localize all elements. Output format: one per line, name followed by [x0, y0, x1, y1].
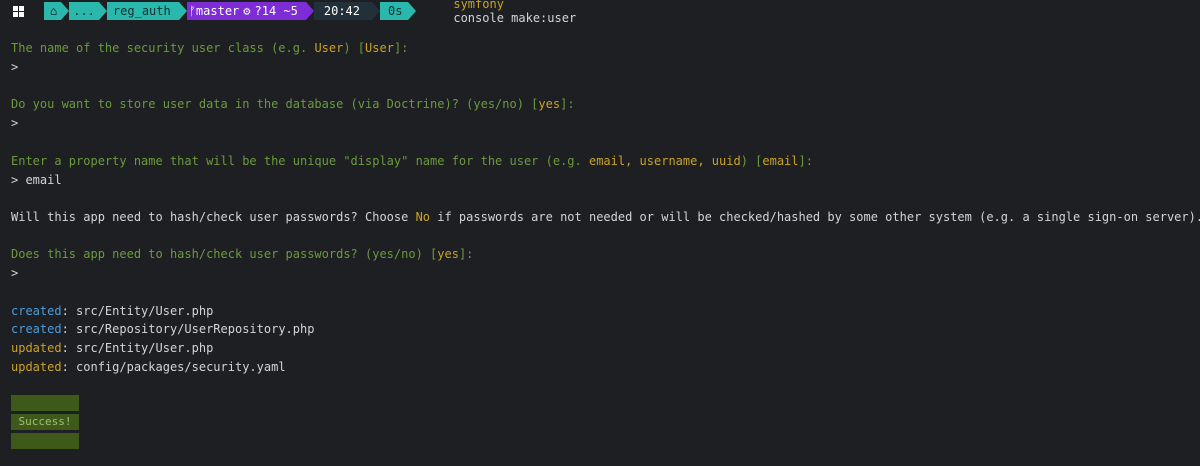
prompt-separator — [178, 2, 187, 20]
home-icon: ⌂ — [50, 4, 58, 18]
prompt-separator — [36, 2, 44, 20]
branch-icon: ᚠ — [188, 4, 196, 18]
question-hash-passwords: Does this app need to hash/check user pa… — [11, 247, 474, 261]
clock-time: 20:42 — [323, 4, 360, 18]
answer-hash-passwords: > — [11, 266, 19, 280]
file-line: created: src/Repository/UserRepository.p… — [11, 322, 315, 336]
file-line: created: src/Entity/User.php — [11, 304, 214, 318]
question-user-class: The name of the security user class (e.g… — [11, 41, 409, 55]
git-segment: ᚠ master ⚙ ?14 ~5 — [186, 2, 306, 20]
folder-segment: reg_auth — [106, 2, 179, 20]
info-hash-passwords: Will this app need to hash/check user pa… — [11, 210, 1200, 224]
command-line[interactable]: symfony console make:user — [424, 0, 576, 39]
success-message: Success! — [11, 414, 79, 430]
file-line: updated: config/packages/security.yaml — [11, 360, 286, 374]
duration-segment: 0s — [380, 2, 409, 20]
command-name: symfony — [453, 0, 504, 11]
file-line: updated: src/Entity/User.php — [11, 341, 214, 355]
prompt-separator — [98, 2, 107, 20]
prompt-separator — [305, 2, 314, 20]
ellipsis-segment: ... — [69, 2, 99, 20]
git-icon: ⚙ — [243, 4, 251, 18]
git-status: ?14 ~5 — [254, 4, 298, 18]
branch-name: master — [195, 4, 240, 18]
folder-name: reg_auth — [112, 4, 171, 18]
time-segment: 20:42 — [313, 2, 372, 20]
success-block-bottom — [11, 433, 79, 449]
answer-doctrine: > — [11, 116, 19, 130]
prompt-separator — [372, 2, 380, 20]
answer-display-property: > email — [11, 173, 62, 187]
answer-user-class: > — [11, 60, 19, 74]
command-args: console make:user — [453, 11, 577, 25]
execution-time: 0s — [388, 4, 403, 18]
success-block-top — [11, 395, 79, 411]
prompt-separator — [61, 2, 70, 20]
prompt-bar: ⌂ ... reg_auth ᚠ master ⚙ ?14 ~5 20:42 0s… — [0, 0, 576, 25]
question-doctrine: Do you want to store user data in the da… — [11, 97, 575, 111]
windows-icon — [0, 2, 36, 20]
home-segment: ⌂ — [44, 2, 62, 20]
prompt-separator — [408, 2, 417, 20]
question-display-property: Enter a property name that will be the u… — [11, 154, 813, 168]
